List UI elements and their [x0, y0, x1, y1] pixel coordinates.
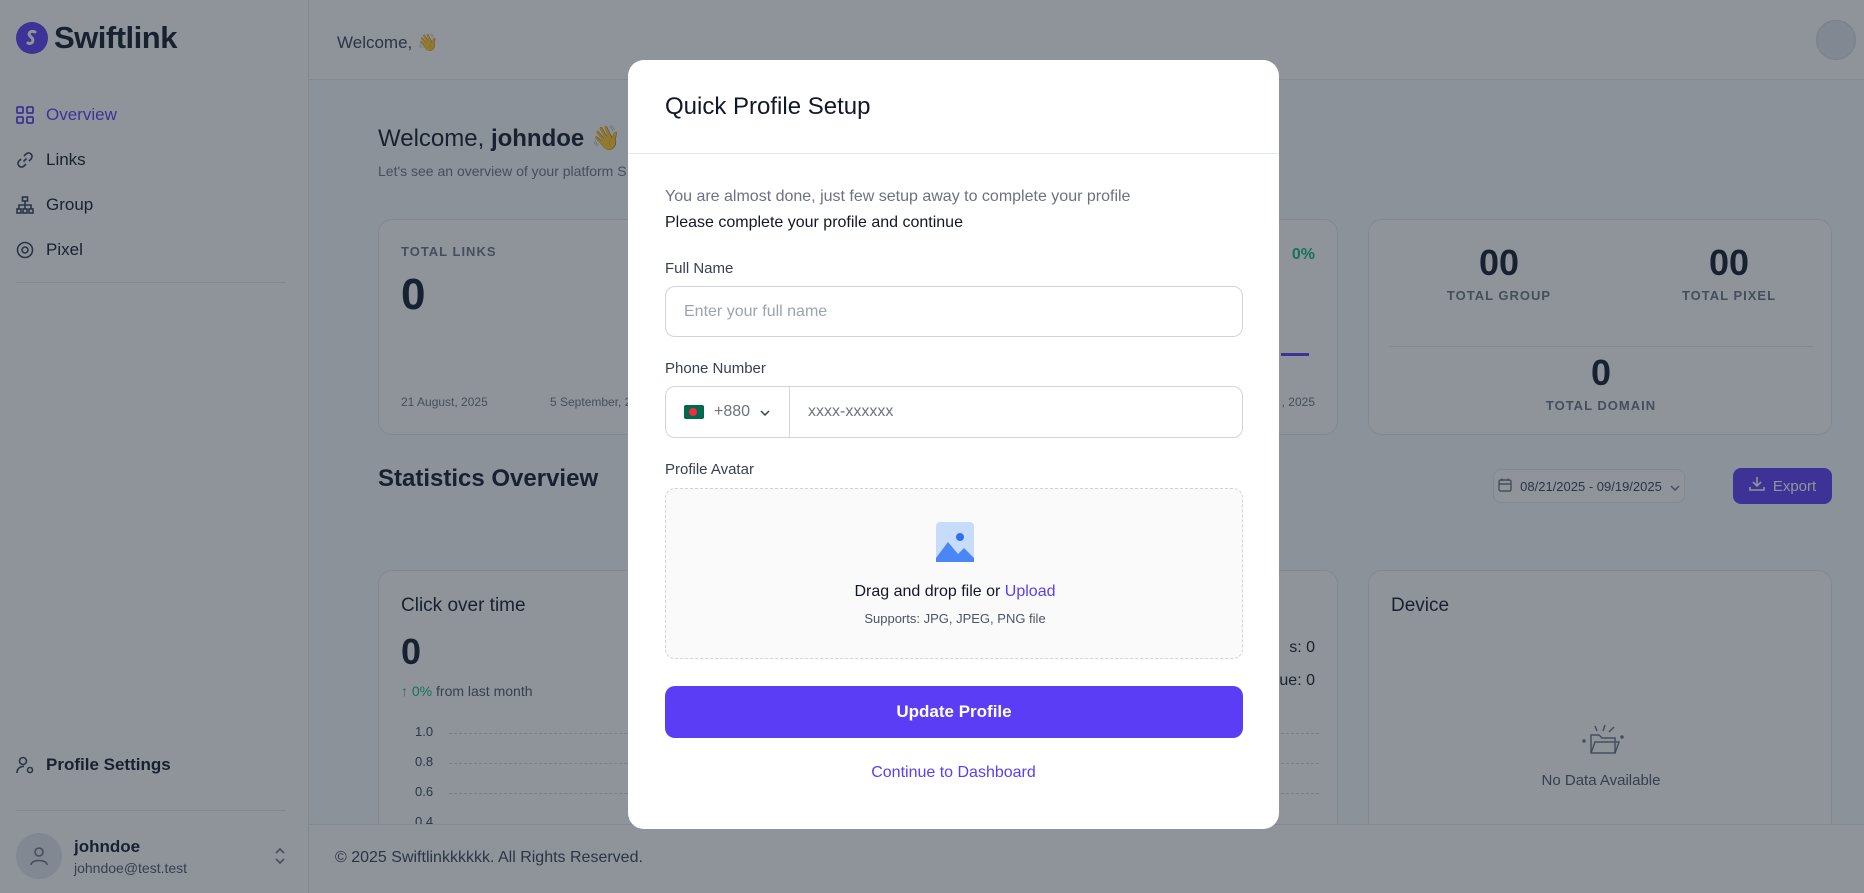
bangladesh-flag-icon — [684, 405, 704, 419]
full-name-input[interactable] — [665, 286, 1243, 337]
modal-header: Quick Profile Setup — [628, 60, 1279, 154]
avatar-label: Profile Avatar — [665, 461, 754, 478]
country-code-value: +880 — [714, 403, 751, 420]
upload-link[interactable]: Upload — [1005, 583, 1056, 600]
update-profile-button[interactable]: Update Profile — [665, 686, 1243, 738]
phone-input[interactable] — [790, 387, 1242, 437]
profile-setup-modal: Quick Profile Setup You are almost done,… — [628, 60, 1279, 829]
country-code-select[interactable]: +880 — [666, 387, 790, 437]
full-name-label: Full Name — [665, 260, 734, 277]
drop-text: Drag and drop file or Upload — [854, 583, 1056, 600]
phone-label: Phone Number — [665, 360, 766, 377]
continue-to-dashboard-link[interactable]: Continue to Dashboard — [628, 764, 1279, 782]
supported-formats: Supports: JPG, JPEG, PNG file — [864, 611, 1046, 626]
image-icon — [936, 522, 974, 562]
phone-field: +880 — [665, 386, 1243, 438]
avatar-dropzone[interactable]: Drag and drop file or Upload Supports: J… — [665, 488, 1243, 659]
chevron-down-icon — [760, 403, 770, 421]
modal-intro: You are almost done, just few setup away… — [665, 188, 1131, 205]
modal-title: Quick Profile Setup — [665, 93, 871, 120]
modal-instruction: Please complete your profile and continu… — [665, 214, 963, 231]
